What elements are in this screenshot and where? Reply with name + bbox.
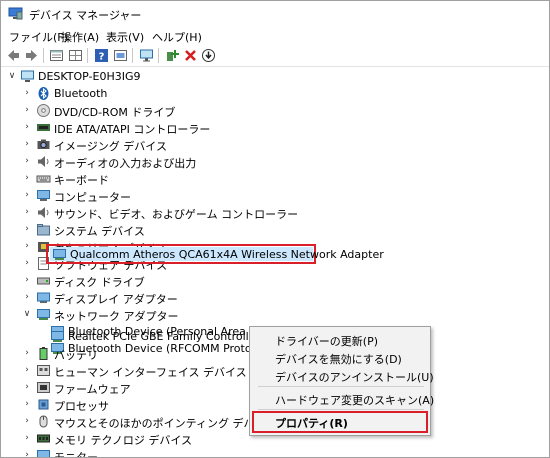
menu-separator [258,409,424,410]
device-list-button[interactable] [67,47,84,64]
chevron-right-icon[interactable]: › [22,381,32,393]
toolbar: ? [1,45,549,67]
menu-item-disable-device[interactable]: デバイスを無効にする(D) [275,351,402,367]
arrow-left-icon [8,50,19,61]
chevron-right-icon[interactable]: › [22,347,32,359]
tree-item-label: プロセッサ [54,400,109,413]
tree-item-label: バッテリ [54,349,98,362]
firmware-icon [37,382,50,393]
menu-bar: ファイル(F) 操作(A) 表示(V) ヘルプ(H) [1,27,549,45]
list-view-icon [50,50,63,61]
chevron-right-icon[interactable]: › [22,432,32,444]
device-manager-icon [8,7,23,20]
tree-item-label: メモリ テクノロジ デバイス [54,434,193,447]
network-icon [51,331,64,342]
mouse-icon [39,415,48,428]
forward-button[interactable] [23,47,40,64]
back-button[interactable] [5,47,22,64]
chevron-right-icon[interactable]: › [22,415,32,427]
download-arrow-icon [202,49,215,62]
uninstall-device-button[interactable] [182,47,199,64]
arrow-right-icon [26,50,37,61]
help-icon: ? [95,49,108,63]
title-bar: デバイス マネージャー [1,1,549,27]
menu-item-update-driver[interactable]: ドライバーの更新(P) [275,333,378,349]
monitor-scan-icon [140,49,153,62]
tree-item-monitor[interactable]: › モニター [1,447,549,458]
menu-help[interactable]: ヘルプ(H) [152,29,202,45]
red-x-icon [185,50,196,61]
monitor-icon [37,450,50,457]
battery-icon [39,347,48,360]
tree-item-label: ヒューマン インターフェイス デバイス [54,366,247,379]
tree-item-label: モニター [54,451,98,458]
grid-view-icon [69,50,82,61]
menu-action[interactable]: 操作(A) [61,29,99,45]
menu-file[interactable]: ファイル(F) [9,29,68,45]
svg-text:?: ? [99,52,105,63]
scan-hardware-button[interactable] [138,47,155,64]
window-icon [114,50,127,61]
window-title: デバイス マネージャー [29,9,142,22]
menu-view[interactable]: 表示(V) [106,29,144,45]
help-button[interactable]: ? [93,47,110,64]
tree-item-label: ファームウェア [54,383,131,396]
context-menu: ドライバーの更新(P) デバイスを無効にする(D) デバイスのアンインストール(… [249,326,434,436]
menu-item-properties[interactable]: プロパティ(R) [275,415,348,431]
resources-button[interactable] [112,47,129,64]
chevron-right-icon[interactable]: › [22,364,32,376]
update-driver-button[interactable] [200,47,217,64]
menu-item-uninstall-device[interactable]: デバイスのアンインストール(U) [275,369,434,385]
processor-icon [38,399,49,410]
add-driver-button[interactable] [164,47,181,64]
hid-icon [37,365,50,376]
memory-icon [37,434,50,443]
menu-item-scan-hardware[interactable]: ハードウェア変更のスキャン(A) [275,392,434,408]
add-device-icon [167,50,179,61]
chevron-right-icon[interactable]: › [22,449,32,457]
properties-view-button[interactable] [48,47,65,64]
menu-separator [258,386,424,387]
tree-item-label: マウスとそのほかのポインティング デバイス [54,417,277,430]
device-manager-window: デバイス マネージャー ファイル(F) 操作(A) 表示(V) ヘルプ(H) ? [0,0,550,458]
tree-item-label: Realtek PCIe GBE Family Controller [68,330,261,343]
chevron-right-icon[interactable]: › [22,398,32,410]
